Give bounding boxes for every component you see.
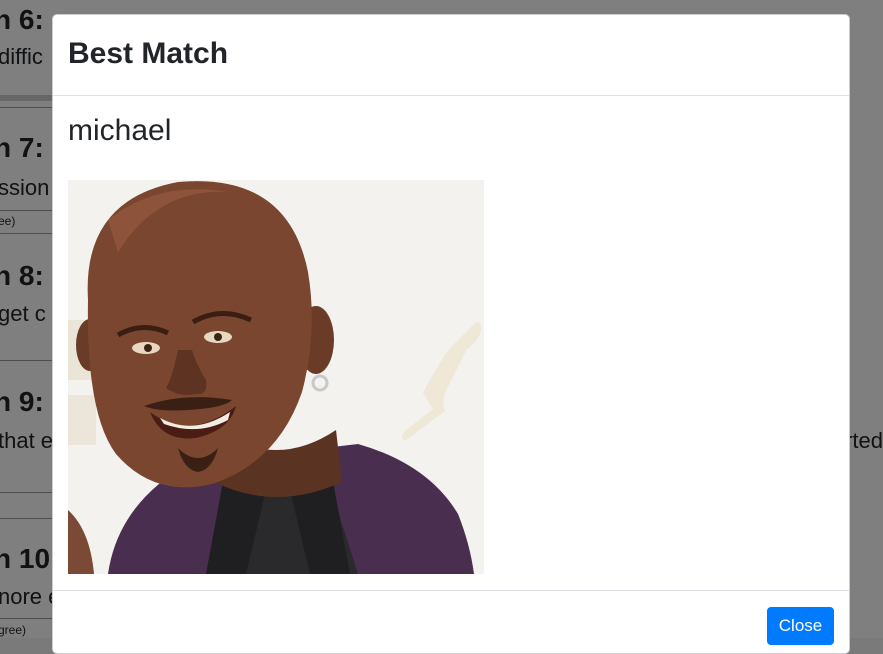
modal-header: Best Match bbox=[53, 15, 849, 96]
modal-footer: Close bbox=[53, 590, 849, 653]
best-match-modal: Best Match michael Close bbox=[52, 14, 850, 654]
modal-body: michael bbox=[53, 96, 849, 590]
match-photo bbox=[68, 180, 484, 574]
modal-title: Best Match bbox=[68, 37, 229, 70]
match-name: michael bbox=[68, 114, 172, 147]
close-button[interactable]: Close bbox=[767, 607, 834, 645]
portrait-photo-icon bbox=[68, 180, 484, 574]
